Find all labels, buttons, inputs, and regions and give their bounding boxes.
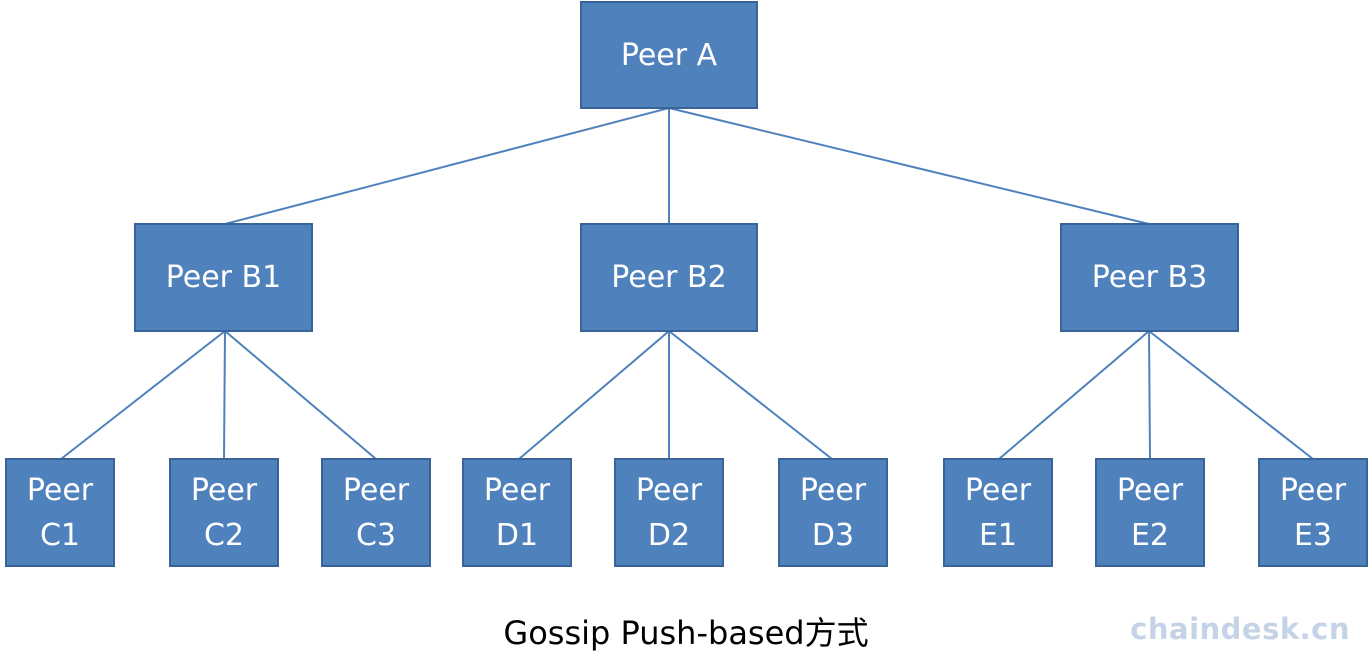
edge-a-b1 [224, 107, 670, 225]
node-peer-b3: Peer B3 [1060, 223, 1239, 332]
node-peer-d3-line2: D3 [811, 517, 855, 553]
edge-a-b3 [668, 107, 1150, 225]
edge-b1-c3 [224, 330, 377, 460]
node-peer-e1: Peer E1 [943, 458, 1053, 567]
edge-b3-e3 [1148, 330, 1314, 460]
edge-b1-c2 [223, 330, 226, 460]
node-peer-c3: Peer C3 [321, 458, 431, 567]
edge-b2-d3 [668, 330, 833, 460]
node-peer-d1: Peer D1 [462, 458, 572, 567]
node-peer-e2-line2: E2 [1130, 517, 1170, 553]
edge-b3-e1 [998, 330, 1150, 460]
node-peer-c1: Peer C1 [5, 458, 115, 567]
node-peer-e3-line1: Peer [1279, 472, 1347, 508]
node-peer-e3: Peer E3 [1258, 458, 1368, 567]
node-peer-e2-line1: Peer [1116, 472, 1184, 508]
node-peer-b1-label: Peer B1 [165, 260, 282, 295]
node-peer-c3-line2: C3 [355, 517, 397, 553]
node-peer-c3-line1: Peer [342, 472, 410, 508]
node-peer-b2-label: Peer B2 [611, 260, 727, 295]
node-peer-c2-line2: C2 [203, 517, 245, 553]
node-peer-c1-line1: Peer [26, 472, 94, 508]
node-peer-d2-line1: Peer [635, 472, 703, 508]
node-peer-e3-line2: E3 [1293, 517, 1333, 553]
node-peer-d1-line1: Peer [483, 472, 551, 508]
node-peer-d3-line1: Peer [799, 472, 867, 508]
node-peer-b3-label: Peer B3 [1091, 260, 1208, 295]
node-peer-b2: Peer B2 [580, 223, 758, 332]
edge-b2-d1 [518, 330, 670, 460]
node-peer-d3: Peer D3 [778, 458, 888, 567]
node-peer-c2: Peer C2 [169, 458, 279, 567]
node-peer-d2-line2: D2 [647, 517, 691, 553]
node-peer-d1-line2: D1 [495, 517, 539, 553]
node-peer-d2: Peer D2 [614, 458, 724, 567]
node-peer-e1-line1: Peer [964, 472, 1032, 508]
edge-b3-e2 [1148, 330, 1151, 460]
watermark: chaindesk.cn [1130, 612, 1350, 646]
gossip-tree-diagram: Peer A Peer B1 Peer B2 Peer B3 Peer C1 P… [0, 0, 1372, 662]
node-peer-a: Peer A [580, 1, 758, 109]
node-peer-e1-line2: E1 [978, 517, 1018, 553]
node-peer-e2: Peer E2 [1095, 458, 1205, 567]
node-peer-c2-line1: Peer [190, 472, 258, 508]
node-peer-a-label: Peer A [620, 37, 718, 73]
node-peer-c1-line2: C1 [39, 517, 81, 553]
node-peer-b1: Peer B1 [134, 223, 313, 332]
edge-b1-c1 [60, 330, 226, 460]
